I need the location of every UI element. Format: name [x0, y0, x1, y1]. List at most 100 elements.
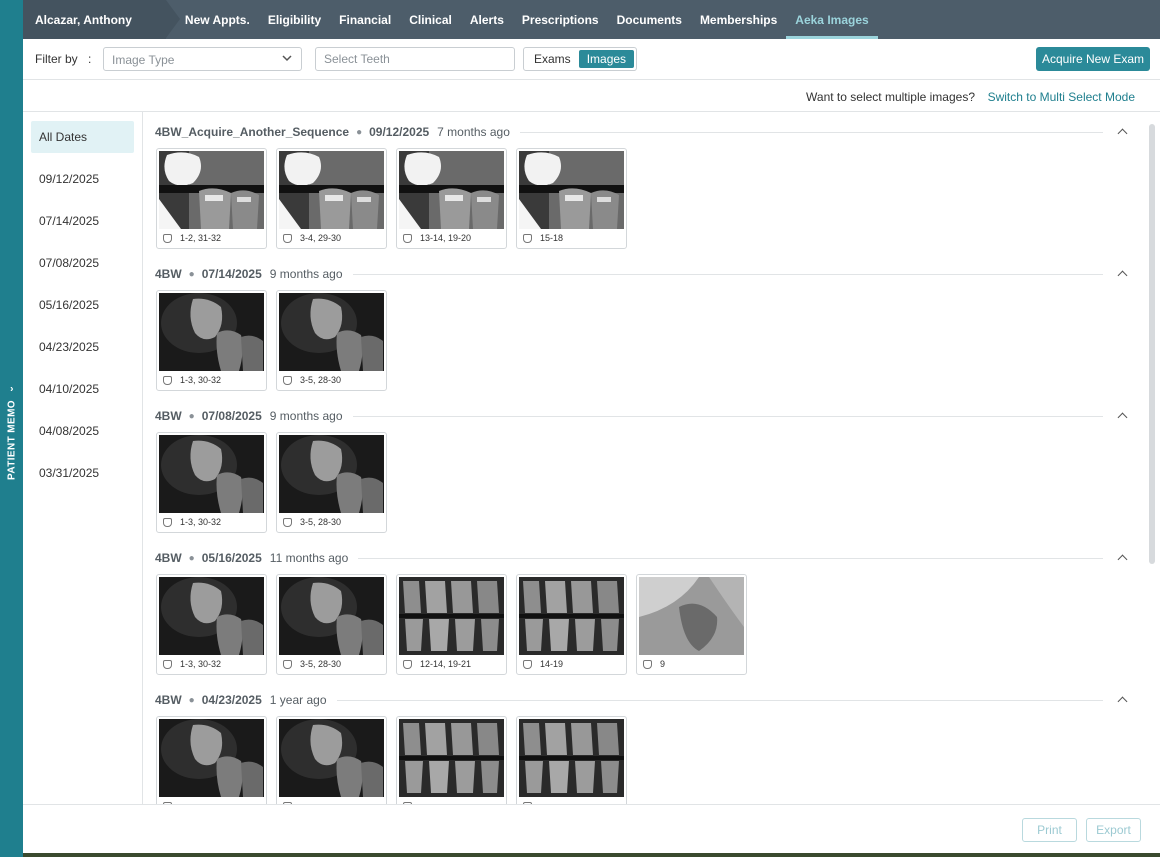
xray-thumbnail[interactable]: 12-14, 19-21: [396, 574, 507, 675]
date-sidebar: All Dates 09/12/2025 07/14/2025 07/08/2025 0…: [23, 112, 143, 804]
exam-group: 4BW ● 07/14/2025 9 months ago 1-3, 30-32 3-5,…: [143, 254, 1149, 396]
xray-thumbnail[interactable]: 9: [636, 574, 747, 675]
date-filter-item[interactable]: All Dates: [31, 121, 134, 153]
date-filter-item[interactable]: 09/12/2025: [31, 163, 134, 195]
select-teeth-input[interactable]: [315, 47, 515, 71]
xray-thumbnail[interactable]: 1-3, 30-32: [156, 574, 267, 675]
teeth-range: 12-14, 19-21: [420, 659, 472, 669]
tooth-icon: [523, 233, 532, 243]
date-filter-item[interactable]: 04/08/2025: [31, 415, 134, 447]
thumbnail-label: 3-5, 28-30: [283, 374, 341, 386]
patient-memo-label: PATIENT MEMO ›: [7, 384, 18, 480]
chevron-up-icon[interactable]: [1117, 552, 1129, 564]
tooth-icon: [643, 659, 652, 669]
xray-thumbnail[interactable]: 15-18: [516, 148, 627, 249]
exam-name: 4BW_Acquire_Another_Sequence: [155, 125, 350, 139]
teeth-range: 1-3, 30-32: [180, 375, 222, 385]
xray-thumbnail[interactable]: 3-4, 29-30: [276, 148, 387, 249]
xray-thumbnail[interactable]: 3-5, 28-30: [276, 574, 387, 675]
xray-thumbnail[interactable]: 3-5, 28-30: [276, 432, 387, 533]
xray-thumbnail[interactable]: 13-14, 19-20: [396, 148, 507, 249]
chevron-up-icon[interactable]: [1117, 410, 1129, 422]
nav-tab-clinical[interactable]: Clinical: [400, 0, 461, 39]
patient-memo-text: PATIENT MEMO: [6, 400, 18, 480]
teeth-range: 13-14, 19-20: [420, 233, 472, 243]
xray-image: [399, 719, 504, 797]
xray-thumbnail[interactable]: [276, 716, 387, 804]
chevron-up-icon[interactable]: [1117, 268, 1129, 280]
image-thumbnails: 1-3, 30-32 3-5, 28-30: [156, 432, 396, 535]
divider: [352, 273, 1103, 275]
date-filter-item[interactable]: 03/31/2025: [31, 457, 134, 489]
toggle-exams[interactable]: Exams: [526, 50, 579, 68]
tooth-icon: [163, 517, 172, 527]
exam-header: 4BW_Acquire_Another_Sequence ● 09/12/2025 7…: [155, 125, 1129, 139]
xray-thumbnail[interactable]: [156, 716, 267, 804]
chevron-up-icon[interactable]: [1117, 694, 1129, 706]
date-filter-item[interactable]: 07/08/2025: [31, 247, 134, 279]
exam-date: 07/14/2025: [201, 267, 262, 281]
thumbnail-label: 15-18: [523, 232, 563, 244]
exam-date: 04/23/2025: [201, 693, 262, 707]
nav-tab-prescriptions[interactable]: Prescriptions: [513, 0, 608, 39]
main-panel: Filter by : Image Type Exams Images Acqu…: [23, 39, 1160, 853]
xray-image: [399, 577, 504, 655]
patient-memo-tab[interactable]: PATIENT MEMO ›: [0, 0, 23, 857]
exam-scrollbar[interactable]: [1149, 112, 1155, 804]
multi-select-bar: Want to select multiple images? Switch t…: [23, 80, 1160, 112]
nav-tab-memberships[interactable]: Memberships: [691, 0, 786, 39]
image-thumbnails: 1-3, 30-32 3-5, 28-30: [156, 290, 396, 393]
exam-list[interactable]: 4BW_Acquire_Another_Sequence ● 09/12/2025 7…: [143, 112, 1149, 804]
nav-tab-new-appts[interactable]: New Appts.: [176, 0, 259, 39]
xray-thumbnail[interactable]: 1-3, 30-32: [156, 290, 267, 391]
teeth-range: 1-3, 30-32: [180, 517, 222, 527]
multi-select-mode-link[interactable]: Switch to Multi Select Mode: [988, 90, 1135, 104]
xray-image: [519, 577, 624, 655]
image-thumbnails: [156, 716, 636, 804]
scrollbar-thumb[interactable]: [1149, 124, 1155, 564]
date-filter-item[interactable]: 05/16/2025: [31, 289, 134, 321]
nav-tab-financial[interactable]: Financial: [330, 0, 400, 39]
nav-tab-alerts[interactable]: Alerts: [461, 0, 513, 39]
patient-name-tab[interactable]: Alcazar, Anthony: [23, 0, 180, 39]
tooth-icon: [283, 517, 292, 527]
date-filter-item[interactable]: 04/23/2025: [31, 331, 134, 363]
divider: [519, 131, 1103, 133]
exam-group: 4BW ● 07/08/2025 9 months ago 1-3, 30-32 3-5,…: [143, 396, 1149, 538]
date-filter-item[interactable]: 07/14/2025: [31, 205, 134, 237]
xray-image: [279, 293, 384, 371]
xray-thumbnail[interactable]: [516, 716, 627, 804]
export-button[interactable]: Export: [1086, 818, 1141, 842]
xray-thumbnail[interactable]: 14-19: [516, 574, 627, 675]
nav-tab-eligibility[interactable]: Eligibility: [259, 0, 330, 39]
exam-header: 4BW ● 04/23/2025 1 year ago: [155, 693, 1129, 707]
exam-name: 4BW: [155, 409, 182, 423]
tooth-icon: [163, 659, 172, 669]
print-button[interactable]: Print: [1022, 818, 1077, 842]
date-filter-item[interactable]: 04/10/2025: [31, 373, 134, 405]
exam-header: 4BW ● 05/16/2025 11 months ago: [155, 551, 1129, 565]
xray-thumbnail[interactable]: 1-2, 31-32: [156, 148, 267, 249]
chevron-down-icon: [282, 55, 292, 62]
thumbnail-label: 1-3, 30-32: [163, 374, 221, 386]
image-type-select[interactable]: Image Type: [103, 47, 302, 71]
chevron-up-icon[interactable]: [1117, 126, 1129, 138]
image-thumbnails: 1-2, 31-32 3-4, 29-30 13-14, 19-20 15-18: [156, 148, 636, 251]
teeth-range: 15-18: [540, 233, 564, 243]
multi-select-question: Want to select multiple images?: [806, 90, 975, 104]
nav-tab-aeka-images[interactable]: Aeka Images: [786, 0, 878, 39]
xray-thumbnail[interactable]: 3-5, 28-30: [276, 290, 387, 391]
toggle-images[interactable]: Images: [578, 50, 635, 68]
exam-date: 07/08/2025: [201, 409, 262, 423]
xray-image: [279, 151, 384, 229]
top-nav: Alcazar, Anthony New Appts. Eligibility Fi…: [23, 0, 1160, 39]
nav-tab-documents[interactable]: Documents: [608, 0, 691, 39]
teeth-range: 1-2, 31-32: [180, 233, 222, 243]
acquire-new-exam-button[interactable]: Acquire New Exam: [1036, 47, 1150, 71]
xray-image: [279, 577, 384, 655]
xray-image: [279, 719, 384, 797]
teeth-range: 9: [660, 659, 666, 669]
xray-thumbnail[interactable]: 1-3, 30-32: [156, 432, 267, 533]
exam-age: 9 months ago: [269, 409, 343, 423]
xray-thumbnail[interactable]: [396, 716, 507, 804]
